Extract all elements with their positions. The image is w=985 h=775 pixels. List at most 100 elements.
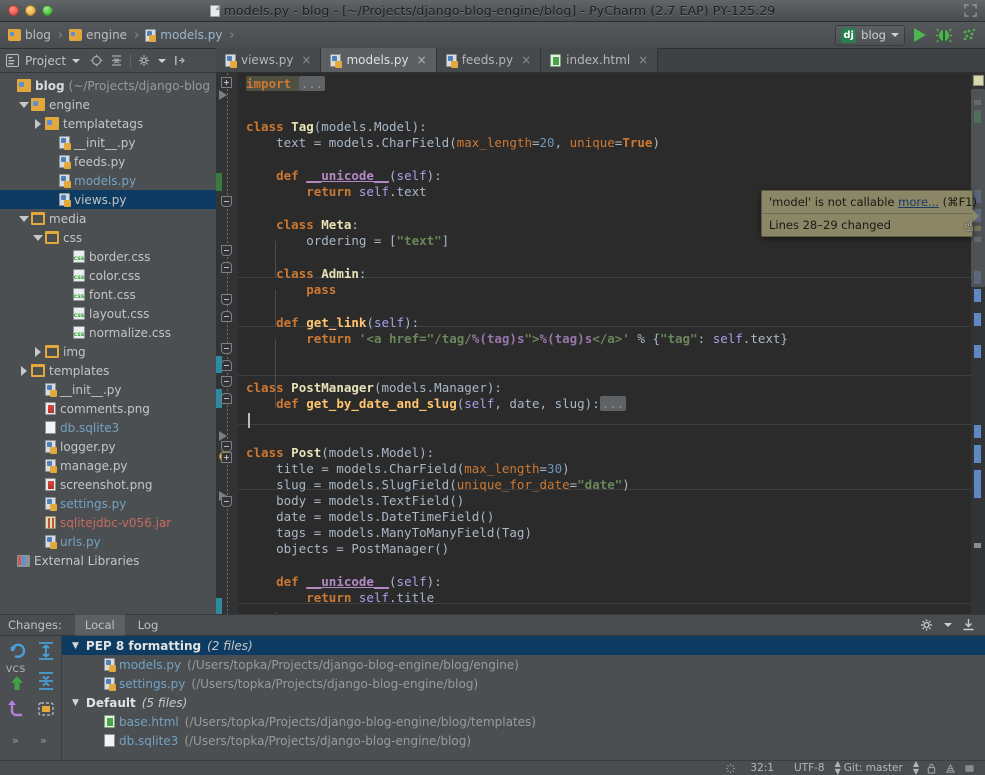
chevron-down-icon[interactable] (18, 213, 29, 224)
editor-tab-index-html[interactable]: index.html× (541, 48, 658, 72)
marker-modified[interactable] (974, 289, 981, 302)
changes-list[interactable]: ▼PEP 8 formatting(2 files)models.py(/Use… (62, 636, 985, 760)
fold-collapse-post-icon[interactable] (221, 496, 232, 507)
close-tab-icon[interactable]: × (521, 53, 531, 67)
vcs-branch[interactable]: Git: master (844, 762, 913, 774)
editor-gutter[interactable] (216, 73, 238, 614)
change-marker-modified[interactable] (216, 356, 222, 373)
close-tab-icon[interactable]: × (301, 53, 311, 67)
run-configuration-selector[interactable]: dj blog (835, 25, 905, 46)
editor-tab-models-py[interactable]: models.py× (321, 48, 436, 72)
tree-item-blog[interactable]: blog(~/Projects/django-blog (0, 76, 216, 95)
fold-expand-import-icon[interactable] (221, 77, 232, 88)
tree-item-views-py[interactable]: views.py (0, 190, 216, 209)
expand-rail-chevron-2[interactable]: » (40, 734, 47, 747)
editor-marker-bar[interactable] (971, 73, 985, 614)
tree-item-layout-css[interactable]: csslayout.css (0, 304, 216, 323)
fold-end-unicode-icon[interactable] (221, 262, 232, 273)
tree-item-sqlitejdbc-v056-jar[interactable]: sqlitejdbc-v056.jar (0, 513, 216, 532)
tree-item-manage-py[interactable]: manage.py (0, 456, 216, 475)
fold-end-meta-icon[interactable] (221, 311, 232, 322)
file-encoding[interactable]: UTF-8 (784, 762, 835, 774)
inspection-status-icon[interactable] (973, 75, 984, 86)
tree-item-templates[interactable]: templates (0, 361, 216, 380)
close-tab-icon[interactable]: × (417, 53, 427, 67)
target-scroll-from-source-icon[interactable] (90, 54, 103, 67)
tree-item-db-sqlite3[interactable]: db.sqlite3 (0, 418, 216, 437)
chevron-down-icon[interactable] (72, 59, 80, 63)
tree-item-external-libraries[interactable]: External Libraries (0, 551, 216, 570)
breadcrumb-item-models[interactable]: models.py › (145, 28, 240, 43)
tree-item-settings-py[interactable]: settings.py (0, 494, 216, 513)
chevron-down-icon[interactable]: ▼ (72, 641, 79, 651)
change-marker-modified[interactable] (216, 598, 222, 614)
expand-rail-chevron[interactable]: » (12, 734, 19, 747)
tree-item-logger-py[interactable]: logger.py (0, 437, 216, 456)
tab-log[interactable]: Log (128, 615, 169, 635)
changelist-file-row[interactable]: base.html(/Users/topka/Projects/django-b… (62, 712, 985, 731)
settings-gear-icon[interactable] (920, 618, 934, 632)
tree-item-normalize-css[interactable]: cssnormalize.css (0, 323, 216, 342)
code-text[interactable]: import ... class Tag(models.Model): text… (238, 73, 985, 614)
tree-item-urls-py[interactable]: urls.py (0, 532, 216, 551)
fold-collapse-unicode-icon[interactable] (221, 245, 232, 256)
marker-modified[interactable] (974, 470, 981, 498)
editor-tab-views-py[interactable]: views.py× (216, 48, 321, 72)
collapse-all-button[interactable] (34, 670, 58, 692)
changelist-group-default[interactable]: ▼Default(5 files) (62, 693, 985, 712)
tree-item-font-css[interactable]: cssfont.css (0, 285, 216, 304)
tree-item--init-py[interactable]: __init__.py (0, 133, 216, 152)
fold-expand-method-icon[interactable] (221, 452, 232, 463)
run-marker-icon[interactable] (219, 90, 227, 100)
chevron-down-icon[interactable] (32, 232, 43, 243)
chevron-down-icon[interactable] (944, 623, 952, 627)
inspection-hector-icon[interactable] (945, 763, 956, 774)
tab-local[interactable]: Local (74, 614, 126, 636)
collapse-all-icon[interactable] (110, 54, 123, 67)
tree-item-screenshot-png[interactable]: screenshot.png (0, 475, 216, 494)
run-button[interactable] (911, 26, 929, 44)
rollback-button[interactable] (5, 698, 29, 720)
changelist-file-row[interactable]: models.py(/Users/topka/Projects/django-b… (62, 655, 985, 674)
fold-collapse-getlink-icon[interactable] (221, 376, 232, 387)
expand-icon[interactable] (964, 4, 977, 17)
marker-modified[interactable] (974, 313, 981, 326)
change-marker-added[interactable] (216, 173, 222, 191)
vcs-commit-button[interactable]: VCS (6, 665, 36, 695)
close-tab-icon[interactable]: × (638, 53, 648, 67)
project-tree[interactable]: blog(~/Projects/django-blogenginetemplat… (0, 73, 216, 614)
settings-gear-icon[interactable] (138, 54, 151, 67)
fold-end-admin-icon[interactable] (221, 360, 232, 371)
fold-collapse-admin-icon[interactable] (221, 343, 232, 354)
changelist-file-row[interactable]: settings.py(/Users/topka/Projects/django… (62, 674, 985, 693)
breadcrumb-item-engine[interactable]: engine › (69, 28, 145, 43)
tree-item-img[interactable]: img (0, 342, 216, 361)
coverage-button[interactable] (959, 26, 977, 44)
run-marker-icon[interactable] (219, 431, 227, 441)
changelist-file-row[interactable]: db.sqlite3(/Users/topka/Projects/django-… (62, 731, 985, 750)
fold-collapse-class-tag-icon[interactable] (221, 196, 232, 207)
expand-all-button[interactable] (34, 640, 58, 662)
tree-item-models-py[interactable]: models.py (0, 171, 216, 190)
chevron-down-icon[interactable]: ▼ (72, 698, 79, 708)
chevron-down-icon[interactable] (158, 59, 166, 63)
refresh-button[interactable] (6, 640, 30, 662)
collapse-icon[interactable] (962, 618, 975, 632)
tree-item-color-css[interactable]: csscolor.css (0, 266, 216, 285)
fold-end-getlink-icon[interactable] (221, 393, 232, 404)
tree-item-border-css[interactable]: cssborder.css (0, 247, 216, 266)
editor-tab-bar[interactable]: views.py×models.py×feeds.py×index.html× (216, 49, 985, 73)
debug-button[interactable] (935, 26, 953, 44)
tooltip-more-link[interactable]: more... (898, 195, 939, 209)
tree-item--init-py[interactable]: __init__.py (0, 380, 216, 399)
breadcrumb-item-blog[interactable]: blog › (8, 28, 69, 43)
caret-position[interactable]: 32:1 (740, 762, 784, 774)
chevron-down-icon[interactable] (18, 99, 29, 110)
tree-item-templatetags[interactable]: templatetags (0, 114, 216, 133)
background-process-icon[interactable] (725, 763, 736, 774)
hide-panel-icon[interactable] (173, 54, 186, 67)
marker-grey[interactable] (974, 543, 981, 548)
lock-icon[interactable] (926, 763, 937, 774)
tree-item-media[interactable]: media (0, 209, 216, 228)
memory-indicator-icon[interactable] (964, 763, 975, 774)
